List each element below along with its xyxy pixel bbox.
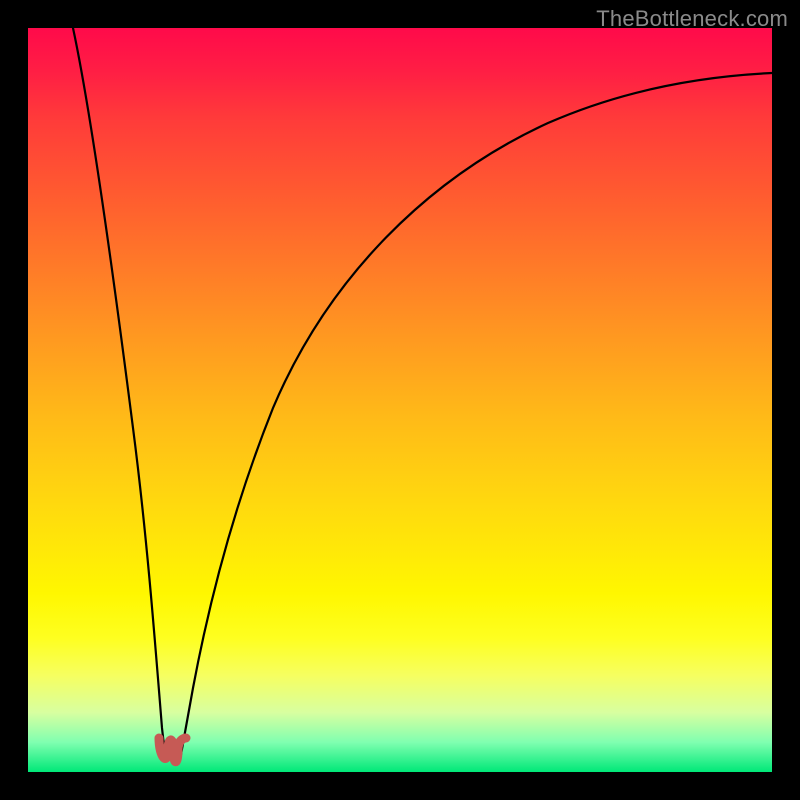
bottleneck-curve	[28, 28, 772, 772]
watermark-text: TheBottleneck.com	[596, 6, 788, 32]
chart-plot-area	[28, 28, 772, 772]
curve-right-branch	[180, 73, 772, 760]
curve-left-branch	[73, 28, 166, 760]
valley-marker-icon	[159, 738, 186, 762]
chart-frame: TheBottleneck.com	[0, 0, 800, 800]
